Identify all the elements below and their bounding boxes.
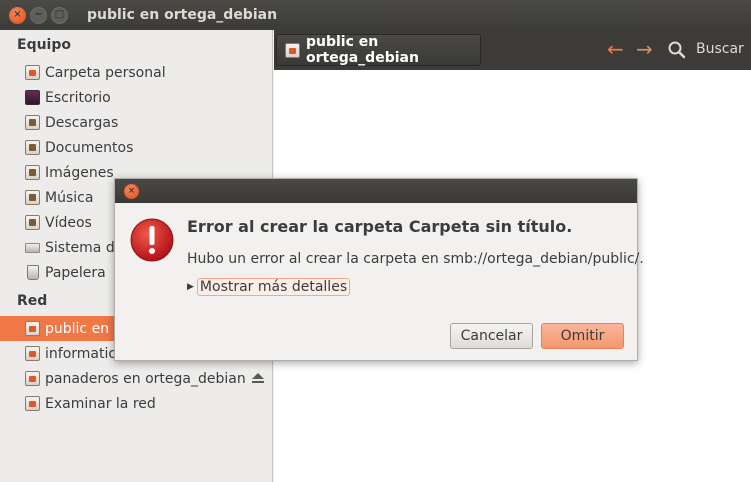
sidebar-item-label: Carpeta personal	[45, 64, 166, 81]
window-close-button[interactable]: ×	[9, 6, 26, 24]
window-maximize-button[interactable]: □	[51, 6, 68, 24]
sidebar-item-label: Música	[45, 189, 94, 206]
videos-folder-icon	[25, 215, 40, 230]
music-folder-icon	[25, 190, 40, 205]
window-title: public en ortega_debian	[87, 7, 278, 23]
expander-arrow-icon: ▶	[187, 282, 194, 292]
error-dialog: × Error al crear la carpeta Carpeta sin …	[114, 178, 644, 361]
desktop-icon	[25, 90, 40, 105]
sidebar-item-label: Escritorio	[45, 89, 111, 106]
downloads-folder-icon	[25, 115, 40, 130]
dialog-close-button[interactable]: ×	[124, 183, 139, 199]
search-button-label[interactable]: Buscar	[696, 41, 744, 57]
details-expander[interactable]: ▶ Mostrar más detalles	[187, 278, 351, 296]
sidebar-section-red: Red	[17, 293, 48, 309]
network-share-icon	[285, 42, 300, 58]
skip-button[interactable]: Omitir	[541, 323, 624, 349]
window-controls: × − □	[9, 6, 68, 24]
cancel-button[interactable]: Cancelar	[450, 323, 533, 349]
home-folder-icon	[25, 65, 40, 80]
sidebar-item-label: Vídeos	[45, 214, 92, 231]
network-share-icon	[25, 371, 40, 386]
eject-icon[interactable]	[251, 371, 265, 385]
sidebar-item-label: Documentos	[45, 139, 134, 156]
error-icon	[130, 218, 174, 262]
path-bar-button[interactable]: public en ortega_debian	[276, 34, 481, 66]
window-minimize-button[interactable]: −	[30, 6, 47, 24]
sidebar-item-label: panaderos en ortega_debian	[45, 370, 246, 387]
drive-icon	[25, 242, 40, 253]
dialog-heading: Error al crear la carpeta Carpeta sin tí…	[187, 217, 573, 236]
toolbar: public en ortega_debian ← → Buscar	[274, 30, 751, 70]
network-share-icon	[25, 346, 40, 361]
sidebar-item-label: Sistema de	[45, 239, 124, 256]
sidebar-item-label: Examinar la red	[45, 395, 156, 412]
trash-icon	[27, 265, 39, 280]
search-icon[interactable]	[667, 40, 687, 60]
network-share-icon	[25, 396, 40, 411]
details-expander-label[interactable]: Mostrar más detalles	[196, 278, 351, 296]
sidebar-item-carpeta-personal[interactable]: Carpeta personal	[0, 60, 273, 85]
sidebar-item-label: public en o	[45, 320, 123, 337]
path-bar-label: public en ortega_debian	[306, 34, 419, 66]
back-arrow-icon[interactable]: ←	[607, 39, 624, 59]
sidebar-item-escritorio[interactable]: Escritorio	[0, 85, 273, 110]
sidebar-item-label: informatio	[45, 345, 117, 362]
sidebar-item-descargas[interactable]: Descargas	[0, 110, 273, 135]
sidebar-item-panaderos[interactable]: panaderos en ortega_debian	[0, 366, 273, 391]
documents-folder-icon	[25, 140, 40, 155]
dialog-titlebar: ×	[115, 179, 637, 203]
sidebar-item-label: Papelera	[45, 264, 106, 281]
network-share-icon	[25, 321, 40, 336]
dialog-message: Hubo un error al crear la carpeta en smb…	[187, 251, 644, 267]
sidebar-section-equipo: Equipo	[17, 37, 71, 53]
pictures-folder-icon	[25, 165, 40, 180]
sidebar-item-documentos[interactable]: Documentos	[0, 135, 273, 160]
forward-arrow-icon[interactable]: →	[636, 39, 653, 59]
window-titlebar: × − □ public en ortega_debian	[0, 0, 751, 30]
sidebar-item-label: Descargas	[45, 114, 119, 131]
sidebar-item-examinar-red[interactable]: Examinar la red	[0, 391, 273, 416]
sidebar-item-label: Imágenes	[45, 164, 114, 181]
